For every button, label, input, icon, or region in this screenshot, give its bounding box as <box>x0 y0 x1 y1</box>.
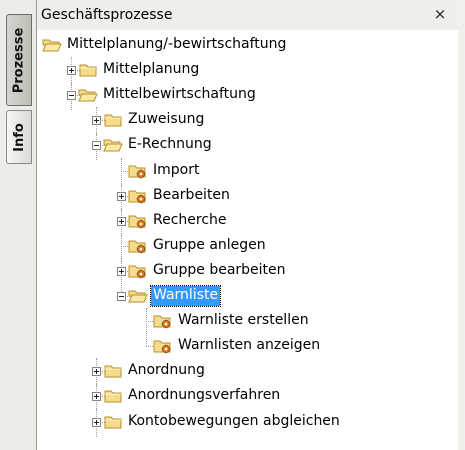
folder-open-icon <box>128 288 148 304</box>
folder-open-icon <box>78 87 98 103</box>
folder-open-icon <box>42 37 62 53</box>
expand-icon[interactable] <box>92 392 101 402</box>
tree-item-label[interactable]: Bearbeiten <box>151 186 232 206</box>
tree-item-label[interactable]: Warnliste erstellen <box>176 311 311 331</box>
tree-connector <box>121 157 122 186</box>
tree-item-label[interactable]: Mittelbewirtschaftung <box>101 85 258 105</box>
process-folder-icon <box>153 338 173 354</box>
tree-item-label[interactable]: E-Rechnung <box>126 135 214 155</box>
folder-open-icon <box>103 137 123 153</box>
process-folder-icon <box>128 188 148 204</box>
tree-item-label[interactable]: Mittelplanung <box>101 60 201 80</box>
tree-item-label[interactable]: Anordnung <box>126 361 207 381</box>
collapse-icon[interactable] <box>117 292 126 301</box>
process-panel: Geschäftsprozesse × Mittelplanung/-bewir… <box>36 0 458 450</box>
expand-icon[interactable] <box>92 116 101 126</box>
expand-icon[interactable] <box>117 266 126 276</box>
panel-header: Geschäftsprozesse × <box>37 0 458 30</box>
tree-item-label[interactable]: Recherche <box>151 211 229 231</box>
folder-closed-icon <box>78 62 98 78</box>
expand-icon[interactable] <box>92 417 101 427</box>
tree-item-label[interactable]: Warnlisten anzeigen <box>176 336 322 356</box>
process-folder-icon <box>128 163 148 179</box>
process-tree[interactable]: Mittelplanung/-bewirtschaftung Mittelplan… <box>37 30 458 450</box>
tree-connector <box>146 333 147 347</box>
expand-icon[interactable] <box>117 216 126 226</box>
folder-closed-icon <box>103 363 123 379</box>
close-icon: × <box>433 5 447 23</box>
expand-icon[interactable] <box>117 191 126 201</box>
tree-item-label[interactable]: Gruppe bearbeiten <box>151 261 288 281</box>
side-tab-strip: Prozesse Info <box>0 0 36 450</box>
collapse-icon[interactable] <box>92 141 101 151</box>
tree-item-label[interactable]: Import <box>151 161 201 181</box>
tree-item-label[interactable]: Warnliste <box>149 285 222 307</box>
tab-info-label: Info <box>11 122 27 152</box>
process-folder-icon <box>128 213 148 229</box>
process-folder-icon <box>128 238 148 254</box>
process-folder-icon <box>128 263 148 279</box>
tree-item-label[interactable]: Anordnungsverfahren <box>126 386 282 406</box>
tree-connector <box>121 232 122 261</box>
tree-connector <box>146 308 147 337</box>
tree-item-label[interactable]: Gruppe anlegen <box>151 236 268 256</box>
close-button[interactable]: × <box>432 6 448 22</box>
folder-closed-icon <box>103 388 123 404</box>
process-folder-icon <box>153 313 173 329</box>
expand-icon[interactable] <box>67 66 76 76</box>
folder-closed-icon <box>103 112 123 128</box>
tab-prozesse[interactable]: Prozesse <box>6 14 32 106</box>
tab-prozesse-label: Prozesse <box>11 27 27 93</box>
panel-title: Geschäftsprozesse <box>41 7 173 23</box>
collapse-icon[interactable] <box>67 91 76 101</box>
expand-icon[interactable] <box>92 367 101 377</box>
tree-item-label[interactable]: Mittelplanung/-bewirtschaftung <box>65 35 288 55</box>
tab-info[interactable]: Info <box>6 110 32 164</box>
folder-closed-icon <box>103 414 123 430</box>
tree-item-label[interactable]: Kontobewegungen abgleichen <box>126 412 342 432</box>
tree-item-label[interactable]: Zuweisung <box>126 110 206 130</box>
